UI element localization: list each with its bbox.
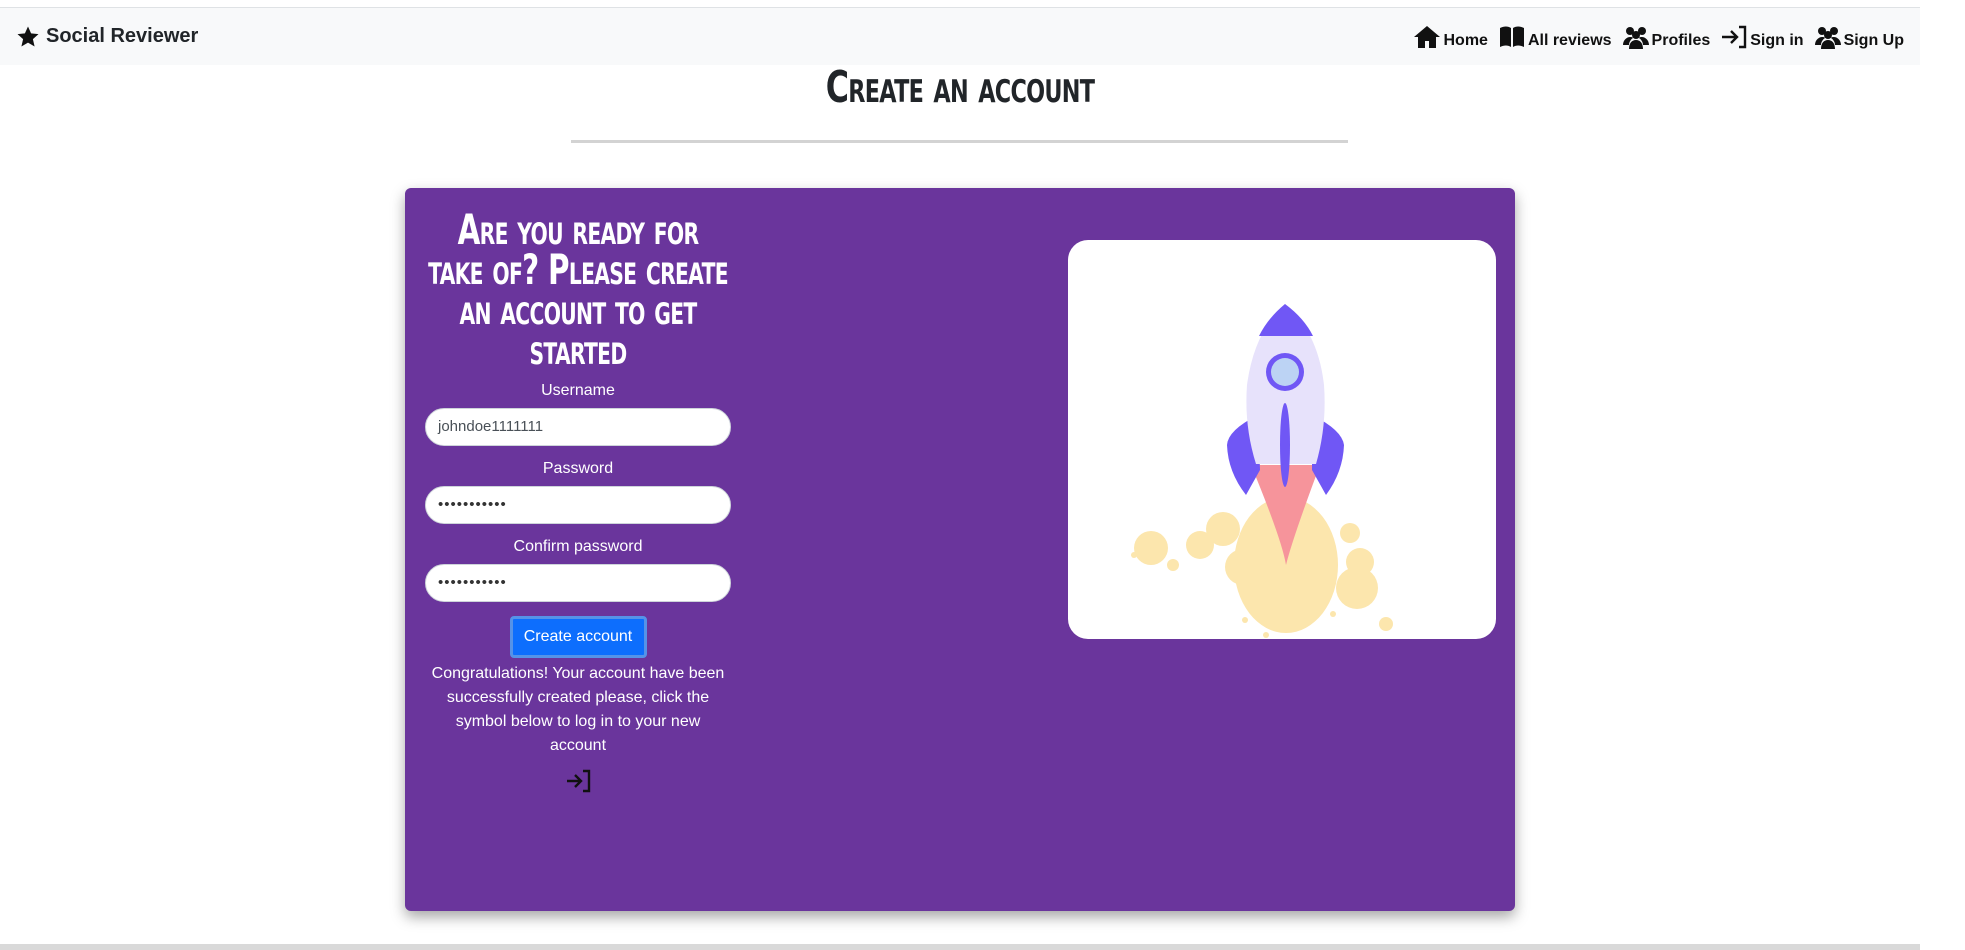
password-input[interactable]: ••••••••••• [425,486,731,524]
page-title: Create an account [825,62,1095,113]
form-heading-line: started [529,325,628,374]
nav-profiles[interactable]: Profiles [1622,24,1711,50]
nav-sign-in[interactable]: Sign in [1720,24,1804,50]
people-icon [1622,26,1649,49]
rocket-window-glass [1271,358,1299,386]
rocket-nose [1259,304,1313,336]
nav-sign-up[interactable]: Sign Up [1814,24,1904,50]
nav-sign-in-label: Sign in [1750,31,1804,49]
confirm-password-label: Confirm password [513,538,643,555]
title-divider [571,140,1348,143]
success-message: Congratulations! Your account have been … [431,665,725,754]
brand[interactable]: Social Reviewer [16,25,198,49]
nav-all-reviews[interactable]: All reviews [1498,24,1612,50]
smoke-cloud [1131,497,1393,638]
nav-home-label: Home [1443,31,1488,49]
confirm-password-input[interactable]: ••••••••••• [425,564,731,602]
username-label: Username [541,382,615,399]
sign-in-icon [1722,25,1747,48]
form-heading: Are you ready for take of? Please create… [424,205,732,374]
nav-home[interactable]: Home [1413,24,1488,50]
bottom-scrollbar[interactable] [0,944,1920,950]
rocket-center-fin [1280,403,1290,487]
form-heading-line: Are you ready for [457,205,700,254]
signup-form: Are you ready for take of? Please create… [424,205,732,799]
people-icon [1814,26,1841,49]
signup-card: Are you ready for take of? Please create… [405,188,1515,911]
nav-profiles-label: Profiles [1651,31,1711,49]
rocket-image [1131,304,1393,638]
book-icon [1499,26,1524,47]
nav-sign-up-label: Sign Up [1843,31,1904,49]
form-heading-line: take of? Please create [428,245,729,294]
house-icon [1414,25,1441,48]
sign-in-icon[interactable] [565,768,591,794]
brand-name: Social Reviewer [46,25,199,47]
username-input[interactable]: johndoe1111111 [425,408,731,446]
nav-all-reviews-label: All reviews [1527,31,1612,49]
form-heading-line: an account to get [459,285,697,334]
nav-links: Home All reviews Profiles Sign in Sign U… [1413,24,1904,50]
create-account-button[interactable]: Create account [509,616,647,658]
star-icon [17,26,39,46]
navbar: Social Reviewer Home All reviews Profile… [0,8,1920,65]
password-label: Password [542,460,614,477]
window-top-edge [0,0,1920,8]
rocket-illustration [1068,240,1496,639]
